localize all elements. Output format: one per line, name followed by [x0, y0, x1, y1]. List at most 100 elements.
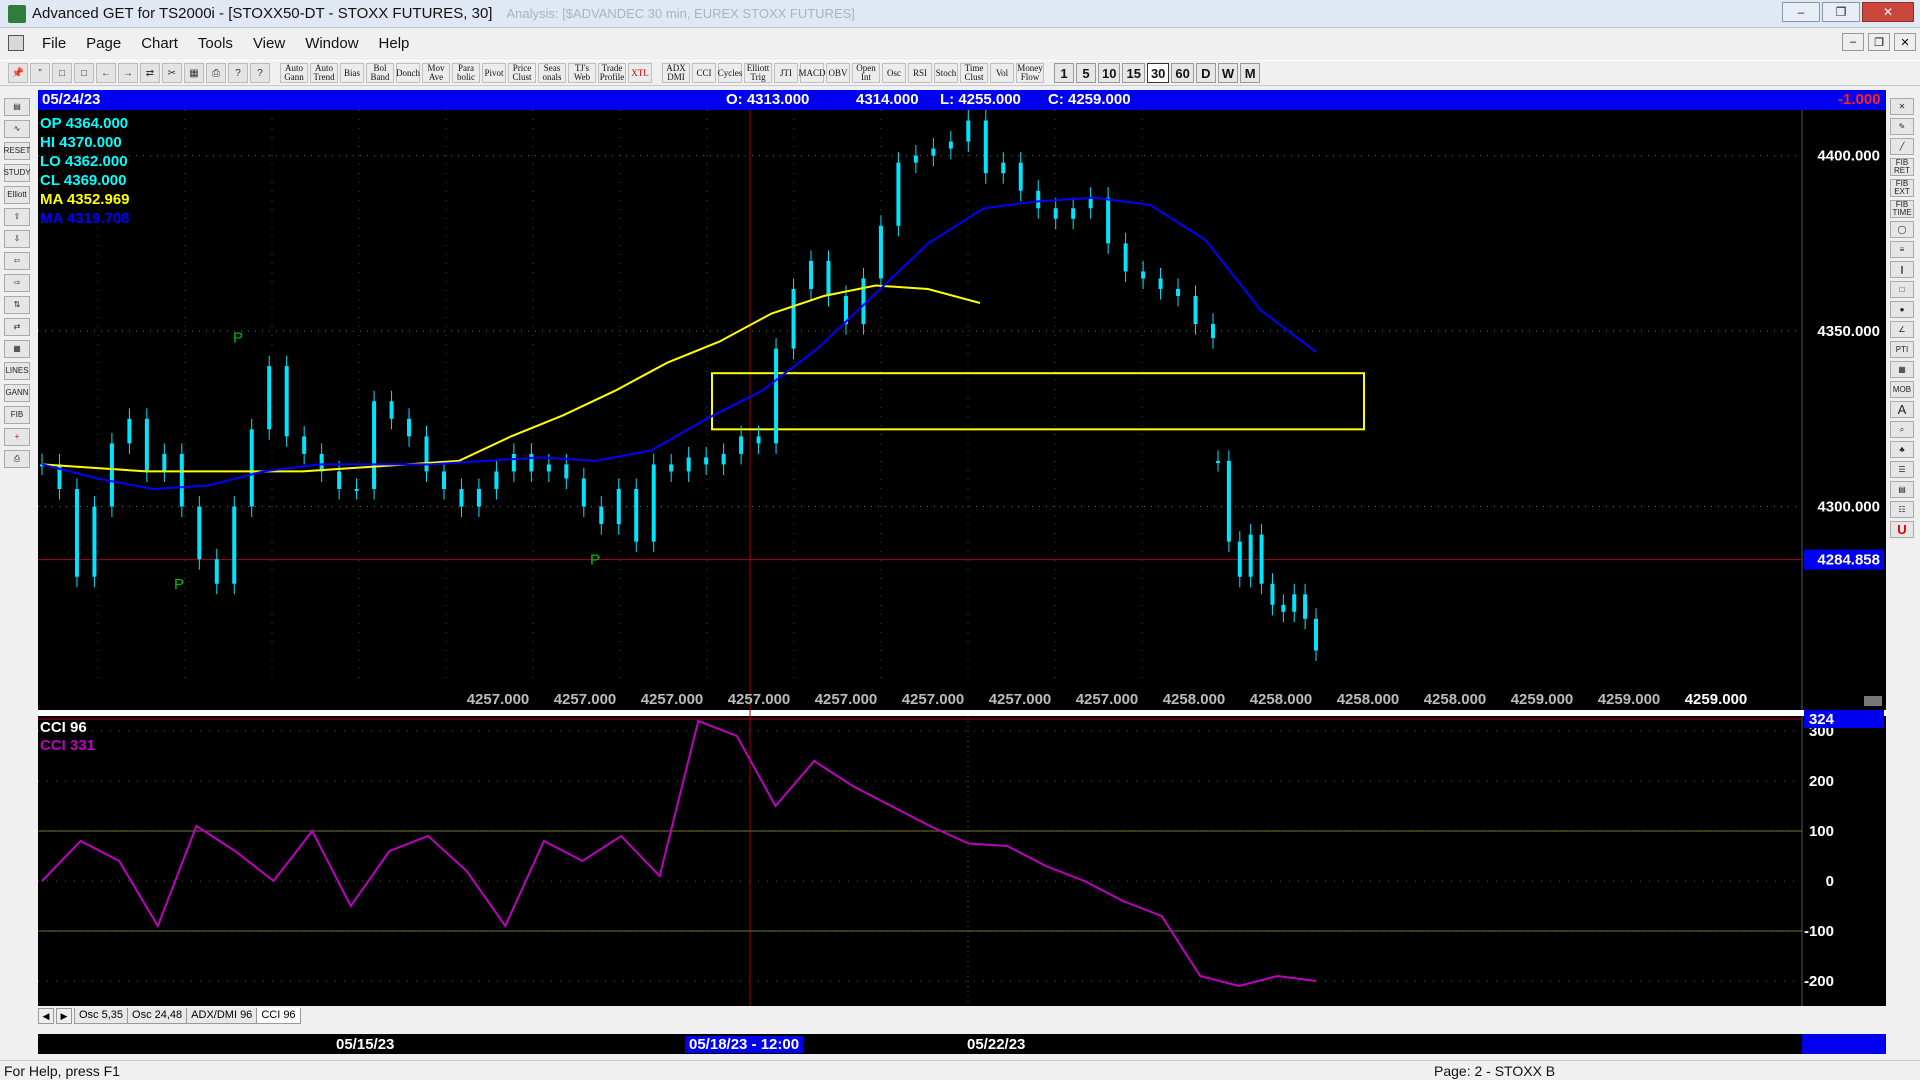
fib-time-icon[interactable]: FIB TIME	[1890, 200, 1914, 218]
grid-icon[interactable]: ▦	[4, 340, 30, 358]
close-button[interactable]: ✕	[1862, 2, 1914, 22]
print-icon[interactable]: ⎙	[4, 450, 30, 468]
text-icon[interactable]: A	[1890, 401, 1914, 418]
right-arrow-icon[interactable]: ⇨	[4, 274, 30, 292]
study-mov-ave[interactable]: Mov Ave	[422, 63, 450, 83]
mdi-close-button[interactable]: ✕	[1894, 33, 1916, 51]
mdi-restore-button[interactable]: ❐	[1868, 33, 1890, 51]
grid-icon[interactable]: ▦	[1890, 361, 1914, 378]
fan-icon[interactable]: ≡	[1890, 241, 1914, 258]
interval-60[interactable]: 60	[1171, 63, 1194, 83]
paint-icon[interactable]: ♣	[1890, 441, 1914, 458]
compress-icon[interactable]: ⇅	[4, 296, 30, 314]
cursor-icon[interactable]: ✕	[1890, 98, 1914, 115]
study-cci[interactable]: CCI	[692, 63, 716, 83]
restore-button[interactable]: ❐	[1822, 2, 1860, 22]
chart-area[interactable]: 4300.000 4350.000 4400.000 4284.858 P P P 4257.…	[38, 110, 1886, 1013]
study-osc[interactable]: Osc	[882, 63, 906, 83]
interval-15[interactable]: 15	[1122, 63, 1145, 83]
print-icon[interactable]: ⎙	[206, 63, 226, 83]
interval-30[interactable]: 30	[1146, 63, 1170, 83]
study-donch[interactable]: Donch	[396, 63, 420, 83]
hint-icon[interactable]: ?	[228, 63, 248, 83]
lines-icon[interactable]: LINES	[4, 362, 30, 380]
interval-m[interactable]: M	[1240, 63, 1261, 83]
circle-icon[interactable]: ●	[1890, 301, 1914, 318]
study-xtl[interactable]: XTL	[628, 63, 652, 83]
menu-window[interactable]: Window	[295, 35, 368, 52]
expand-icon[interactable]: ⇄	[4, 318, 30, 336]
study-seas-onals[interactable]: Seas onals	[538, 63, 566, 83]
study-auto-gann[interactable]: Auto Gann	[280, 63, 308, 83]
study-money-flow[interactable]: Money Flow	[1016, 63, 1044, 83]
minimize-button[interactable]: ‒	[1782, 2, 1820, 22]
study-pivot[interactable]: Pivot	[482, 63, 506, 83]
interval-1[interactable]: 1	[1054, 63, 1074, 83]
study-cycles[interactable]: Cycles	[718, 63, 742, 83]
swap-icon[interactable]: ⇄	[140, 63, 160, 83]
study-jti[interactable]: JTI	[774, 63, 798, 83]
osc-tab-osc-5-35[interactable]: Osc 5,35	[74, 1008, 129, 1024]
study-para-bolic[interactable]: Para bolic	[452, 63, 480, 83]
interval-10[interactable]: 10	[1098, 63, 1121, 83]
open-icon[interactable]: ▤	[4, 98, 30, 116]
mob-icon[interactable]: MOB	[1890, 381, 1914, 398]
interval-5[interactable]: 5	[1076, 63, 1096, 83]
study-elliott-trig[interactable]: Elliott Trig	[744, 63, 772, 83]
help-icon[interactable]: ?	[250, 63, 270, 83]
interval-w[interactable]: W	[1217, 63, 1239, 83]
copy-icon[interactable]: □	[74, 63, 94, 83]
tab-left-arrow[interactable]: ◀	[38, 1008, 54, 1024]
pin-icon[interactable]: 📌	[8, 63, 28, 83]
fib-ext-icon[interactable]: FIB EXT	[1890, 179, 1914, 197]
channel-icon[interactable]: ∥	[1890, 261, 1914, 278]
study-open-int[interactable]: Open Int	[852, 63, 880, 83]
study-time-clust[interactable]: Time Clust	[960, 63, 988, 83]
elliott-icon[interactable]: Elliott	[4, 186, 30, 204]
forward-icon[interactable]: →	[118, 63, 138, 83]
u-icon[interactable]: U	[1890, 521, 1914, 538]
cross-icon[interactable]: +	[4, 428, 30, 446]
menu-view[interactable]: View	[243, 35, 295, 52]
menu-help[interactable]: Help	[369, 35, 420, 52]
left-arrow-icon[interactable]: ⇦	[4, 252, 30, 270]
list-icon[interactable]: ☰	[1890, 461, 1914, 478]
open-icon[interactable]: □	[52, 63, 72, 83]
reset-icon[interactable]: RESET	[4, 142, 30, 160]
study-icon[interactable]: STUDY	[3, 164, 31, 182]
fib-ret-icon[interactable]: FIB RET	[1890, 158, 1914, 176]
osc-tab-osc-24-48[interactable]: Osc 24,48	[127, 1008, 188, 1024]
study-adx-dmi[interactable]: ADX DMI	[662, 63, 690, 83]
osc-tab-adx-dmi-96[interactable]: ADX/DMI 96	[186, 1008, 258, 1024]
pti-icon[interactable]: PTI	[1890, 341, 1914, 358]
up-arrow-icon[interactable]: ⇧	[4, 208, 30, 226]
chart-svg[interactable]: 4300.000 4350.000 4400.000 4284.858 P P P 4257.…	[38, 110, 1886, 1010]
menu-tools[interactable]: Tools	[188, 35, 243, 52]
menu-chart[interactable]: Chart	[131, 35, 188, 52]
study-obv[interactable]: OBV	[826, 63, 850, 83]
mdi-icon[interactable]	[8, 35, 24, 51]
back-icon[interactable]: ←	[96, 63, 116, 83]
menu-page[interactable]: Page	[76, 35, 131, 52]
scale-icon[interactable]	[1864, 696, 1882, 706]
zoom-icon[interactable]: ⌕	[1890, 421, 1914, 438]
grid-icon[interactable]: ▦	[184, 63, 204, 83]
notes-icon[interactable]: ☷	[1890, 501, 1914, 518]
line-icon[interactable]: ╱	[1890, 138, 1914, 155]
wave-icon[interactable]: ∿	[4, 120, 30, 138]
study-stoch[interactable]: Stoch	[934, 63, 958, 83]
quote-icon[interactable]: ”	[30, 63, 50, 83]
box-icon[interactable]: □	[1890, 281, 1914, 298]
page-icon[interactable]: ▤	[1890, 481, 1914, 498]
study-auto-trend[interactable]: Auto Trend	[310, 63, 338, 83]
tab-right-arrow[interactable]: ▶	[56, 1008, 72, 1024]
osc-tab-cci-96[interactable]: CCI 96	[256, 1008, 301, 1024]
study-macd[interactable]: MACD	[799, 63, 826, 83]
cut-icon[interactable]: ✂	[162, 63, 182, 83]
mdi-minimize-button[interactable]: ‒	[1842, 33, 1864, 51]
study-rsi[interactable]: RSI	[908, 63, 932, 83]
study-vol[interactable]: Vol	[990, 63, 1014, 83]
ellipse-icon[interactable]: ◯	[1890, 221, 1914, 238]
interval-d[interactable]: D	[1195, 63, 1216, 83]
study-bol-band[interactable]: Bol Band	[366, 63, 394, 83]
